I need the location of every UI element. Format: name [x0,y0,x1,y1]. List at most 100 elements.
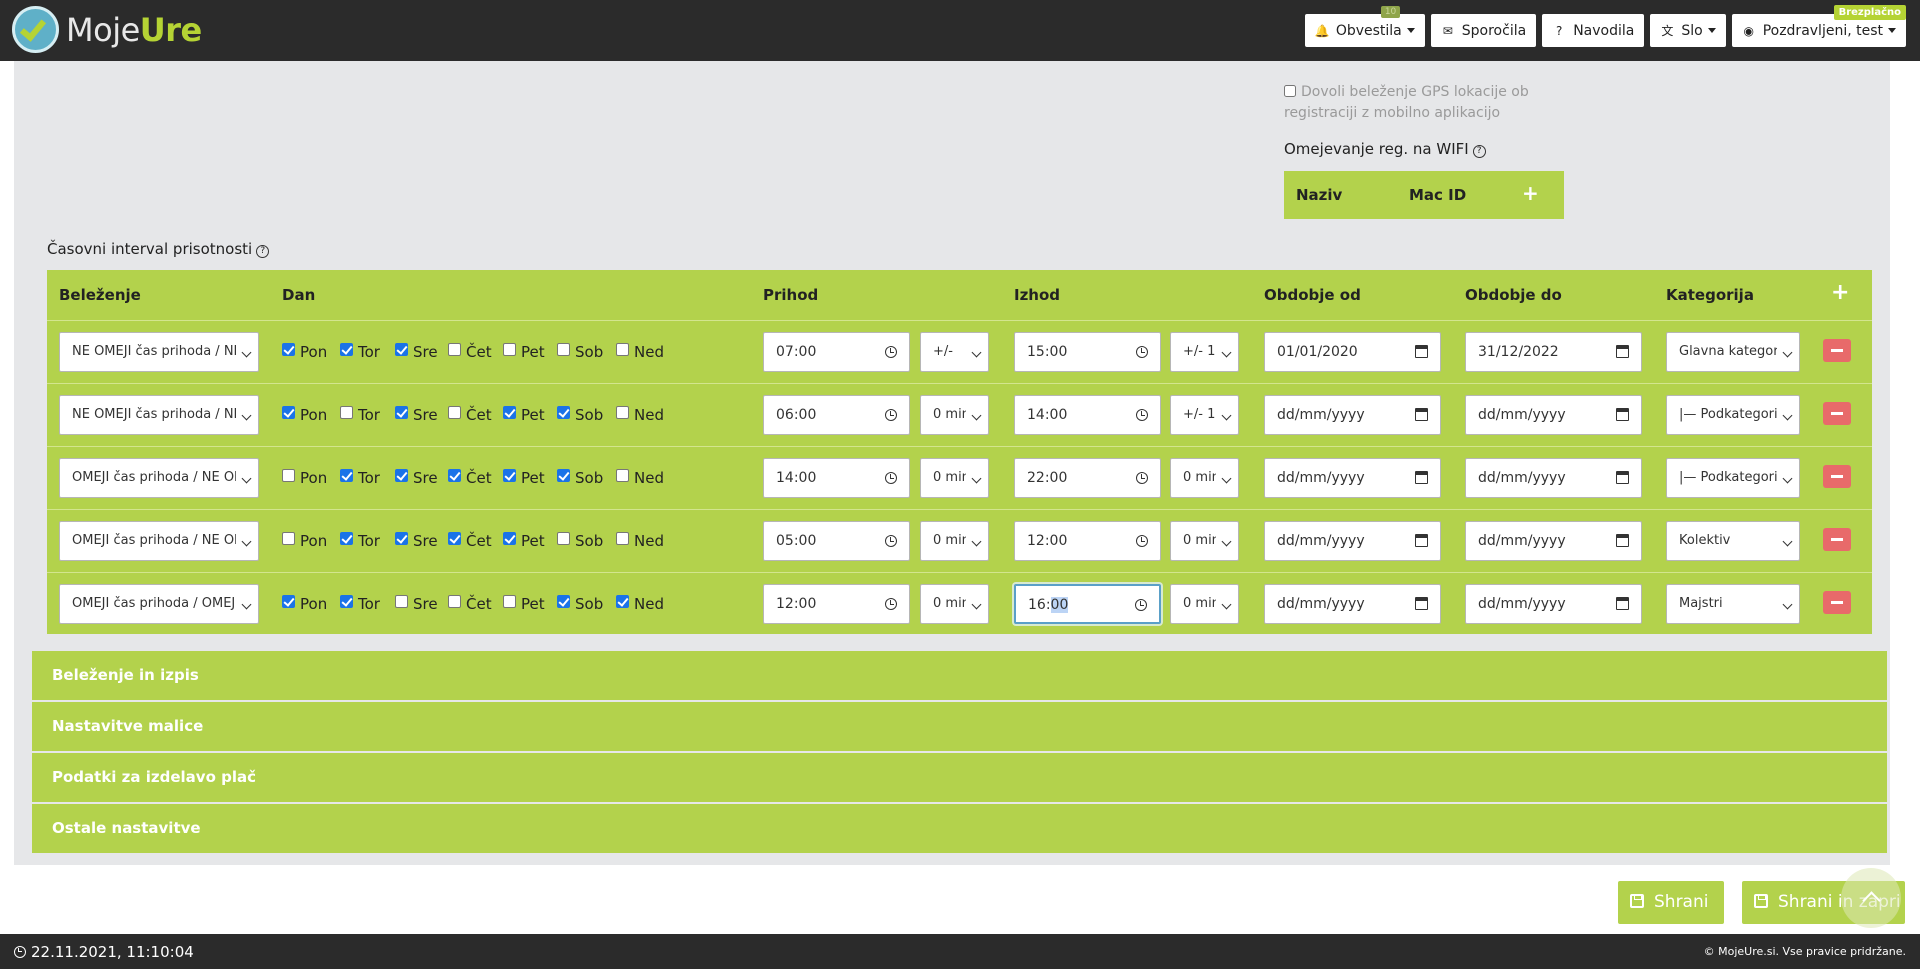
day-checkbox-ned[interactable]: Ned [616,343,664,361]
save-button[interactable]: Shrani [1618,881,1724,924]
section-belezenje-in-izpis[interactable]: Beleženje in izpis [32,651,1887,700]
departure-tolerance-select[interactable]: 0 min [1170,458,1239,498]
language-dropdown[interactable]: 文 Slo [1650,14,1726,47]
day-checkbox-pet[interactable]: Pet [503,595,545,613]
section-ostale-nastavitve[interactable]: Ostale nastavitve [32,804,1887,853]
remove-row-button[interactable] [1823,528,1851,551]
day-checkbox-sre[interactable]: Sre [395,532,438,550]
day-checkbox-pon[interactable]: Pon [282,406,327,424]
day-label: Tor [358,595,380,613]
day-checkbox-tor[interactable]: Tor [340,532,380,550]
departure-time-input[interactable]: 22:00 [1014,458,1161,498]
arrival-tolerance-select[interactable]: +/- [920,332,989,372]
period-from-input[interactable]: 01/01/2020 [1264,332,1441,372]
arrival-time-input[interactable]: 14:00 [763,458,910,498]
departure-tolerance-select[interactable]: +/- 15 min [1170,395,1239,435]
day-checkbox-čet[interactable]: Čet [448,595,492,613]
gps-checkbox[interactable] [1284,85,1296,97]
day-checkbox-tor[interactable]: Tor [340,343,380,361]
departure-tolerance-select[interactable]: 0 min [1170,521,1239,561]
departure-tolerance-select[interactable]: 0 min [1170,584,1239,624]
help-icon[interactable]: ? [1472,145,1486,158]
section-nastavitve-malice[interactable]: Nastavitve malice [32,702,1887,751]
arrival-time-input[interactable]: 12:00 [763,584,910,624]
day-checkbox-pet[interactable]: Pet [503,469,545,487]
period-to-input[interactable]: dd/mm/yyyy [1465,395,1642,435]
day-checkbox-čet[interactable]: Čet [448,469,492,487]
messages-button[interactable]: ✉ Sporočila [1430,14,1537,47]
arrival-tolerance-select[interactable]: 0 min [920,521,989,561]
belezenje-select[interactable]: OMEJI čas prihoda / OMEJI čas izhoda [59,584,259,624]
day-checkbox-pon[interactable]: Pon [282,595,327,613]
category-select[interactable]: |— Podkategorija [1666,458,1800,498]
day-checkbox-sre[interactable]: Sre [395,595,438,613]
day-checkbox-ned[interactable]: Ned [616,532,664,550]
scroll-to-top-button[interactable] [1841,868,1901,928]
day-checkbox-pet[interactable]: Pet [503,343,545,361]
arrival-tolerance-select[interactable]: 0 min [920,458,989,498]
departure-time-input[interactable]: 12:00 [1014,521,1161,561]
category-select[interactable]: Majstri [1666,584,1800,624]
day-checkbox-sob[interactable]: Sob [557,469,603,487]
help-button[interactable]: ? Navodila [1542,14,1645,47]
day-checkbox-čet[interactable]: Čet [448,532,492,550]
day-checkbox-sob[interactable]: Sob [557,406,603,424]
arrival-time-input[interactable]: 07:00 [763,332,910,372]
notifications-dropdown[interactable]: 🔔 Obvestila 10 [1304,6,1425,47]
departure-time-input[interactable]: 16:00 [1014,584,1161,624]
arrival-tolerance-select[interactable]: 0 min [920,395,989,435]
arrival-time-input[interactable]: 06:00 [763,395,910,435]
day-checkbox-pon[interactable]: Pon [282,469,327,487]
day-checkbox-pet[interactable]: Pet [503,406,545,424]
day-checkbox-tor[interactable]: Tor [340,406,380,424]
user-dropdown[interactable]: ◉ Pozdravljeni, test Brezplačno [1731,5,1906,47]
arrival-time-input[interactable]: 05:00 [763,521,910,561]
day-checkbox-pet[interactable]: Pet [503,532,545,550]
period-from-input[interactable]: dd/mm/yyyy [1264,584,1441,624]
day-checkbox-čet[interactable]: Čet [448,406,492,424]
departure-tolerance-select[interactable]: +/- 15 min [1170,332,1239,372]
departure-time-input[interactable]: 15:00 [1014,332,1161,372]
period-to-input[interactable]: dd/mm/yyyy [1465,584,1642,624]
belezenje-select[interactable]: OMEJI čas prihoda / NE OMEJI čas izhoda [59,521,259,561]
day-checkbox-čet[interactable]: Čet [448,343,492,361]
belezenje-select[interactable]: NE OMEJI čas prihoda / NE OMEJI čas izho… [59,395,259,435]
day-checkbox-sre[interactable]: Sre [395,406,438,424]
day-checkbox-sob[interactable]: Sob [557,532,603,550]
category-select[interactable]: Kolektiv [1666,521,1800,561]
day-checkbox-sob[interactable]: Sob [557,595,603,613]
help-icon[interactable]: ? [256,245,270,258]
day-checkbox-sre[interactable]: Sre [395,469,438,487]
day-checkbox-sob[interactable]: Sob [557,343,603,361]
period-to-input[interactable]: dd/mm/yyyy [1465,458,1642,498]
period-from-input[interactable]: dd/mm/yyyy [1264,521,1441,561]
period-from-input[interactable]: dd/mm/yyyy [1264,458,1441,498]
remove-row-button[interactable] [1823,402,1851,425]
day-checkbox-tor[interactable]: Tor [340,469,380,487]
remove-row-button[interactable] [1823,465,1851,488]
day-checkbox-pon[interactable]: Pon [282,343,327,361]
belezenje-select[interactable]: NE OMEJI čas prihoda / NE OMEJI čas izho… [59,332,259,372]
day-checkbox-tor[interactable]: Tor [340,595,380,613]
remove-row-button[interactable] [1823,339,1851,362]
add-row-icon[interactable]: + [1831,280,1849,305]
period-to-input[interactable]: dd/mm/yyyy [1465,521,1642,561]
section-podatki-za-place[interactable]: Podatki za izdelavo plač [32,753,1887,802]
departure-time-input[interactable]: 14:00 [1014,395,1161,435]
presence-interval-label: Časovni interval prisotnosti? [47,240,270,258]
day-checkbox-ned[interactable]: Ned [616,595,664,613]
period-from-input[interactable]: dd/mm/yyyy [1264,395,1441,435]
category-select[interactable]: |— Podkategorija [1666,395,1800,435]
day-checkbox-ned[interactable]: Ned [616,469,664,487]
notifications-label: Obvestila [1335,22,1402,39]
period-to-input[interactable]: 31/12/2022 [1465,332,1642,372]
arrival-tolerance-select[interactable]: 0 min [920,584,989,624]
belezenje-select[interactable]: OMEJI čas prihoda / NE OMEJI čas izhoda [59,458,259,498]
remove-row-button[interactable] [1823,591,1851,614]
day-checkbox-sre[interactable]: Sre [395,343,438,361]
day-checkbox-ned[interactable]: Ned [616,406,664,424]
wifi-add-icon[interactable]: + [1522,181,1539,205]
brand-logo[interactable]: MojeUre [12,6,202,53]
category-select[interactable]: Glavna kategorija [1666,332,1800,372]
day-checkbox-pon[interactable]: Pon [282,532,327,550]
